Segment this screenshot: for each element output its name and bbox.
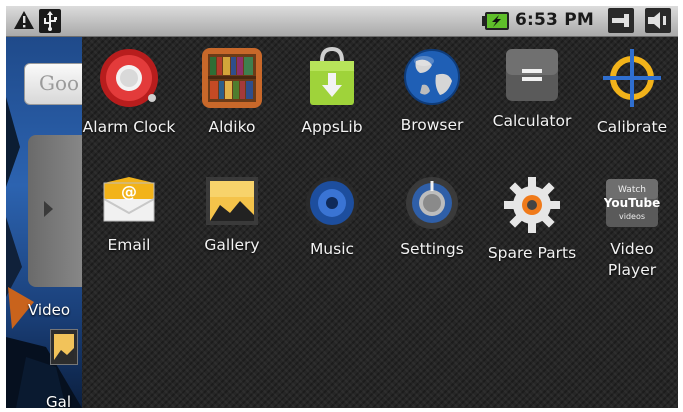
svg-text:@: @: [121, 182, 137, 201]
navigation-back-icon[interactable]: [608, 8, 634, 37]
home-wallpaper: Goo Video Gal: [6, 37, 82, 408]
usb-icon[interactable]: [39, 9, 61, 37]
app-label: Browser: [400, 116, 464, 134]
app-aldiko[interactable]: Aldiko: [182, 47, 282, 138]
google-search-text: Goo: [39, 71, 80, 95]
globe-icon: [404, 49, 460, 105]
battery-charging-icon[interactable]: [482, 11, 510, 35]
app-label: Spare Parts: [487, 244, 577, 262]
app-video-player[interactable]: Watch YouTube videos Video Player: [582, 175, 678, 281]
spare-parts-gear-icon: [504, 177, 560, 233]
app-email[interactable]: @ Email: [79, 175, 179, 256]
crosshair-icon: [603, 49, 661, 107]
settings-dial-icon: [406, 177, 458, 229]
app-gallery[interactable]: Gallery: [182, 175, 282, 256]
email-envelope-icon: @: [103, 177, 155, 222]
app-alarm-clock[interactable]: Alarm Clock: [79, 47, 179, 138]
volume-icon[interactable]: [645, 8, 671, 37]
aldiko-bookshelf-icon: [202, 48, 262, 108]
youtube-icon-bottom-text: videos: [619, 212, 645, 221]
app-label: Calibrate: [596, 118, 668, 136]
app-calculator[interactable]: Calculator: [482, 47, 582, 132]
app-music[interactable]: Music: [282, 175, 382, 260]
status-bar: 6:53 PM: [6, 6, 678, 37]
app-label: Music: [309, 240, 355, 258]
youtube-icon-top-text: Watch: [618, 185, 646, 195]
app-browser[interactable]: Browser: [382, 47, 482, 136]
chevron-right-icon: [44, 201, 53, 217]
status-time: 6:53 PM: [515, 10, 594, 30]
app-appslib[interactable]: AppsLib: [282, 47, 382, 138]
device-screen: 6:53 PM Goo Video Gal Alarm Clock Aldiko…: [6, 6, 678, 408]
home-shortcut-gallery-icon[interactable]: [50, 329, 78, 365]
youtube-icon: Watch YouTube videos: [604, 179, 660, 227]
app-spare-parts[interactable]: Spare Parts: [482, 175, 582, 264]
app-label: Video Player: [607, 240, 657, 279]
home-shortcut-video-label[interactable]: Video: [28, 301, 70, 319]
google-search-widget[interactable]: Goo: [24, 63, 82, 105]
music-speaker-icon: [306, 177, 358, 229]
app-label: AppsLib: [301, 118, 363, 136]
app-label: Settings: [400, 240, 464, 258]
app-label: Alarm Clock: [82, 118, 176, 136]
appslib-bag-icon: [310, 47, 354, 105]
alarm-clock-icon: [100, 49, 158, 107]
calculator-icon: [506, 49, 558, 101]
warning-icon[interactable]: [13, 10, 35, 34]
app-drawer: Alarm Clock Aldiko AppsLib Browser Calcu…: [82, 37, 678, 408]
gallery-picture-icon: [206, 177, 258, 225]
app-label: Gallery: [204, 236, 260, 254]
app-label: Calculator: [492, 112, 572, 130]
app-label: Email: [107, 236, 151, 254]
app-calibrate[interactable]: Calibrate: [582, 47, 678, 138]
app-drawer-handle[interactable]: [28, 135, 82, 287]
youtube-icon-brand-text: YouTube: [604, 196, 660, 210]
app-label: Aldiko: [208, 118, 256, 136]
app-settings[interactable]: Settings: [382, 175, 482, 260]
home-shortcut-gallery-label[interactable]: Gal: [46, 393, 71, 408]
